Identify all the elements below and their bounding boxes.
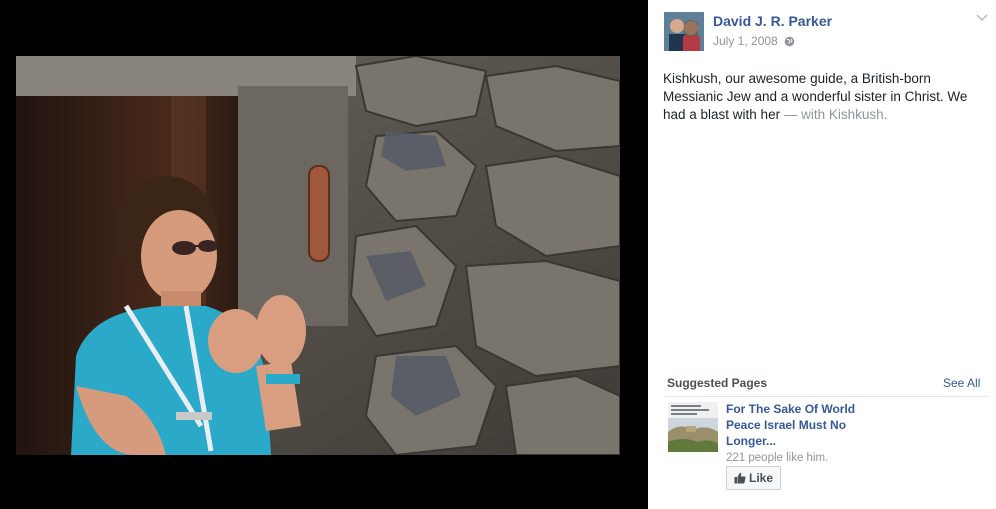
suggested-page-title[interactable]: For The Sake Of World Peace Israel Must … (726, 401, 866, 449)
post-sidebar: David J. R. Parker July 1, 2008 Kishkush… (648, 0, 996, 509)
author-avatar[interactable] (664, 12, 704, 51)
post-photo[interactable] (16, 56, 620, 455)
like-page-button[interactable]: Like (726, 466, 782, 490)
suggested-pages-header: Suggested Pages (667, 376, 768, 390)
chevron-down-icon[interactable] (976, 14, 988, 22)
post-caption: Kishkush, our awesome guide, a British-b… (663, 70, 988, 124)
author-name[interactable]: David J. R. Parker (713, 13, 832, 29)
see-all-link[interactable]: See All (943, 376, 980, 390)
globe-icon[interactable] (784, 36, 795, 47)
post-date[interactable]: July 1, 2008 (713, 34, 778, 48)
suggested-page-likes: 221 people like him. (726, 452, 829, 464)
tagged-with[interactable]: — with Kishkush. (780, 107, 888, 122)
photo-viewer (0, 0, 648, 509)
like-label: Like (749, 471, 774, 485)
divider (665, 396, 987, 397)
thumbs-up-icon (734, 472, 746, 484)
post-meta: July 1, 2008 (713, 34, 795, 48)
suggested-page-thumbnail[interactable] (668, 402, 718, 452)
